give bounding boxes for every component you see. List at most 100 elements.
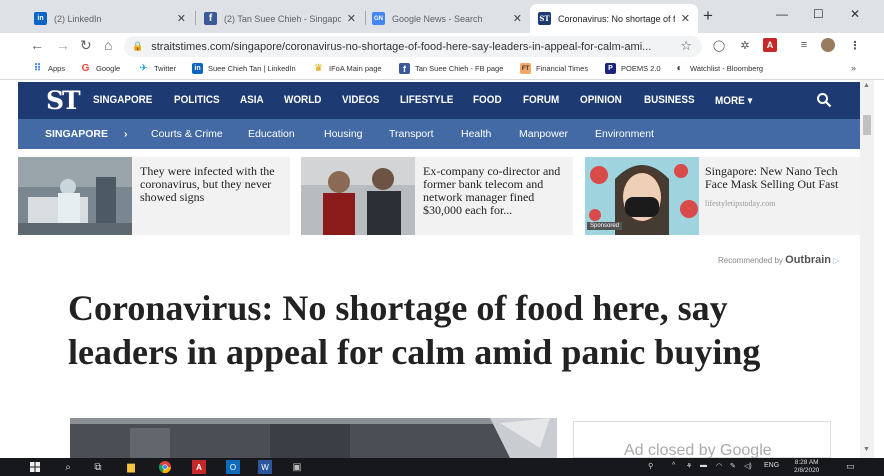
address-bar[interactable]: 🔒 straitstimes.com/singapore/coronavirus… [124, 36, 702, 57]
bookmark-google[interactable]: G Google [80, 63, 121, 74]
subnav-education[interactable]: Education [248, 128, 295, 140]
outbrain-credit[interactable]: Recommended by Outbrain ▷ [718, 254, 839, 266]
bookmark-twitter[interactable]: ✈ Twitter [138, 63, 176, 74]
home-button[interactable]: ⌂ [104, 37, 112, 53]
scroll-down-icon[interactable]: ▼ [863, 446, 870, 453]
rec-card[interactable]: They were infected with the coronavirus,… [18, 157, 290, 235]
bookmark-ifoa[interactable]: ♛ IFoA Main page [313, 63, 382, 74]
bookmarks-bar: ⠿ Apps G Google ✈ Twitter in Suee Chieh … [0, 60, 884, 80]
tab-straits-times[interactable]: ST Coronavirus: No shortage of food ✕ [530, 4, 698, 33]
reading-list-icon[interactable]: ≡ [797, 38, 811, 52]
show-hidden-icons[interactable]: ^ [672, 462, 675, 469]
bookmark-facebook[interactable]: f Tan Suee Chieh - FB page [399, 63, 503, 74]
bookmark-poems[interactable]: P POEMS 2.0 [605, 63, 661, 74]
search-icon[interactable] [816, 92, 832, 108]
bookmark-financial-times[interactable]: FT Financial Times [520, 63, 588, 74]
twitter-icon: ✈ [139, 63, 148, 74]
search-icon[interactable]: ⌕ [62, 460, 74, 474]
extension-puzzle-icon[interactable]: ✲ [738, 38, 752, 52]
task-view-icon[interactable]: ⧉ [92, 460, 104, 474]
forward-button[interactable]: → [56, 37, 70, 53]
new-tab-button[interactable]: + [703, 6, 713, 26]
acrobat-icon[interactable]: A [192, 460, 206, 474]
close-icon[interactable]: ✕ [681, 12, 690, 25]
nav-food[interactable]: FOOD [473, 94, 502, 106]
site-sub-nav: SINGAPORE › Courts & Crime Education Hou… [18, 119, 860, 149]
wifi-icon[interactable]: ◠ [716, 462, 722, 470]
bookmark-star-icon[interactable]: ☆ [680, 38, 692, 54]
nav-asia[interactable]: ASIA [240, 94, 264, 106]
nav-politics[interactable]: POLITICS [174, 94, 220, 106]
chrome-icon[interactable] [158, 460, 172, 474]
tab-google-news[interactable]: GN Google News - Search ✕ [364, 4, 530, 33]
bookmark-bloomberg[interactable]: ◐ Watchlist - Bloomberg [674, 63, 763, 74]
scroll-thumb[interactable] [863, 115, 871, 135]
word-icon[interactable]: W [258, 460, 272, 474]
pen-icon[interactable]: ✎ [730, 462, 736, 470]
url-text: straitstimes.com/singapore/coronavirus-n… [151, 40, 652, 53]
notifications-icon[interactable]: ▭ [846, 461, 855, 472]
battery-icon[interactable]: ▬ [700, 462, 707, 469]
language-indicator[interactable]: ENG [764, 462, 779, 469]
subnav-health[interactable]: Health [461, 128, 491, 140]
nav-more[interactable]: MORE ▾ [715, 94, 752, 107]
nav-videos[interactable]: VIDEOS [342, 94, 379, 106]
subnav-transport[interactable]: Transport [389, 128, 434, 140]
article-headline: Coronavirus: No shortage of food here, s… [68, 288, 761, 372]
page-scrollbar[interactable]: ▲ ▼ [860, 80, 874, 458]
nav-opinion[interactable]: OPINION [580, 94, 622, 106]
chrome-window: in (2) LinkedIn ✕ f (2) Tan Suee Chieh -… [0, 0, 884, 476]
close-window-button[interactable]: ✕ [850, 7, 860, 21]
tab-title: (2) Tan Suee Chieh - Singapore's [224, 13, 341, 24]
nav-lifestyle[interactable]: LIFESTYLE [400, 94, 453, 106]
file-explorer-icon[interactable]: ▆ [124, 460, 138, 474]
clock[interactable]: 8:28 AM 2/8/2020 [794, 459, 819, 475]
subnav-courts-crime[interactable]: Courts & Crime [151, 128, 223, 140]
outlook-icon[interactable]: O [226, 460, 240, 474]
back-button[interactable]: ← [30, 37, 44, 53]
tab-facebook[interactable]: f (2) Tan Suee Chieh - Singapore's ✕ [196, 4, 364, 33]
menu-icon[interactable]: ⋮ [848, 38, 862, 52]
minimize-button[interactable]: — [776, 7, 788, 21]
rec-thumbnail-mask: Sponsored [585, 157, 699, 235]
profile-avatar[interactable] [821, 38, 835, 52]
rec-thumbnail-court [301, 157, 415, 235]
nav-world[interactable]: WORLD [284, 94, 321, 106]
straits-times-icon: ST [538, 12, 551, 25]
volume-icon[interactable]: ◁) [744, 462, 752, 470]
maximize-button[interactable]: ☐ [813, 7, 824, 21]
network-icon[interactable]: ⚘ [686, 462, 692, 470]
close-icon[interactable]: ✕ [347, 12, 356, 25]
bookmark-apps[interactable]: ⠿ Apps [32, 63, 66, 74]
subnav-housing[interactable]: Housing [324, 128, 363, 140]
subnav-manpower[interactable]: Manpower [519, 128, 568, 140]
nav-forum[interactable]: FORUM [523, 94, 559, 106]
ad-slot: Ad closed by Google [573, 421, 831, 458]
more-bookmarks-icon[interactable]: » [851, 63, 856, 73]
nav-singapore[interactable]: SINGAPORE [93, 94, 152, 106]
financial-times-icon: FT [520, 63, 531, 74]
rec-card-sponsored[interactable]: Sponsored Singapore: New Nano Tech Face … [585, 157, 860, 235]
rec-title: They were infected with the coronavirus,… [140, 164, 275, 204]
facebook-icon: f [399, 63, 410, 74]
close-icon[interactable]: ✕ [513, 12, 522, 25]
pdf-extension-icon[interactable]: A [763, 38, 777, 52]
chevron-right-icon: › [124, 128, 128, 140]
photos-icon[interactable]: ▣ [290, 460, 304, 474]
lock-icon: 🔒 [132, 41, 144, 51]
bookmark-linkedin[interactable]: in Suee Chieh Tan | LinkedIn [192, 63, 296, 74]
scroll-up-icon[interactable]: ▲ [863, 82, 870, 89]
reload-button[interactable]: ↻ [80, 37, 92, 54]
close-icon[interactable]: ✕ [177, 12, 186, 25]
people-icon[interactable]: ⚲ [648, 462, 653, 470]
windows-start-icon[interactable] [30, 462, 40, 472]
subnav-environment[interactable]: Environment [595, 128, 654, 140]
nav-business[interactable]: BUSINESS [644, 94, 695, 106]
rec-card[interactable]: Ex-company co-director and former bank t… [301, 157, 573, 235]
tab-linkedin[interactable]: in (2) LinkedIn ✕ [26, 4, 194, 33]
extension-circle-icon[interactable]: ◯ [712, 38, 726, 52]
subnav-section[interactable]: SINGAPORE [45, 128, 108, 140]
site-logo[interactable]: ST [46, 86, 81, 115]
rec-title: Ex-company co-director and former bank t… [423, 164, 561, 217]
linkedin-icon: in [34, 12, 47, 25]
